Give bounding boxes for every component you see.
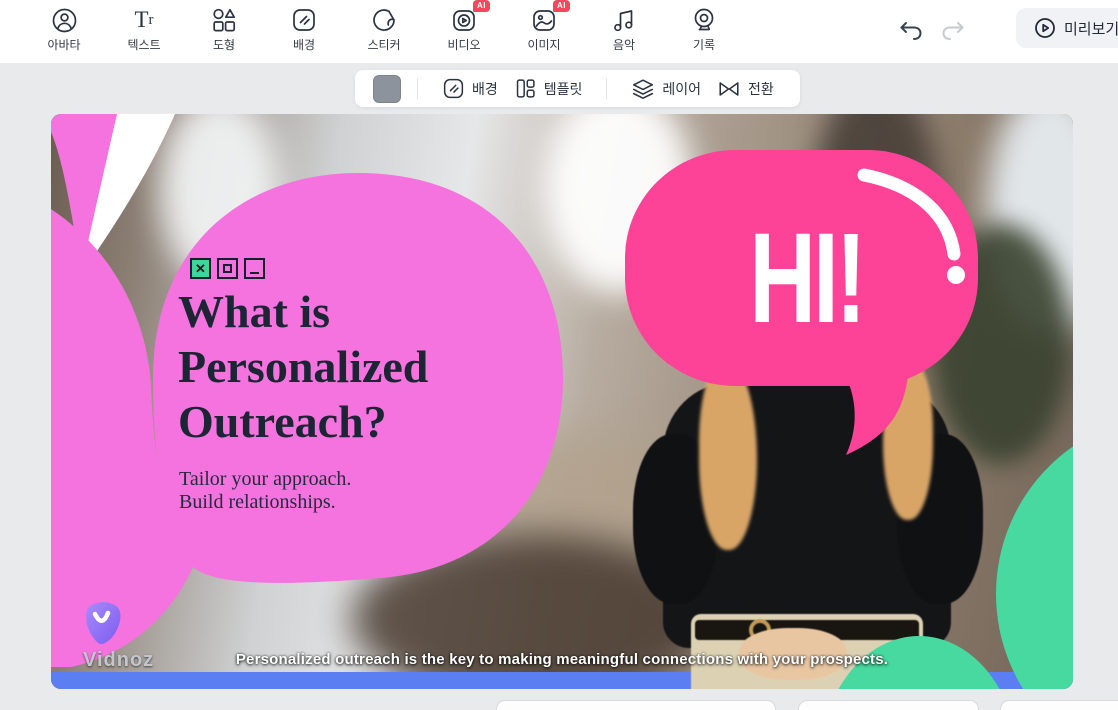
tool-label: 이미지 [527, 38, 561, 52]
minimize-square-icon [244, 258, 265, 279]
tool-label: 비디오 [447, 38, 481, 52]
template-menu-label: 템플릿 [543, 80, 583, 97]
template-menu-item[interactable]: 템플릿 [514, 77, 583, 100]
music-icon [610, 6, 638, 34]
preview-button[interactable]: 미리보기 [1016, 8, 1118, 48]
tool-label: 스티커 [367, 38, 401, 52]
tool-music[interactable]: 음악 [596, 6, 652, 58]
transition-menu-item[interactable]: 전환 [717, 77, 774, 101]
tool-sticker[interactable]: 스티커 [356, 6, 412, 58]
preview-label: 미리보기 [1064, 20, 1118, 38]
video-canvas[interactable]: ✕ What is Personalized Outreach? Tailor … [51, 114, 1073, 689]
title-line: What is [178, 286, 331, 337]
text-icon: Tr [134, 7, 154, 32]
tool-label: 도형 [212, 38, 236, 52]
tool-label: 텍스트 [127, 38, 161, 52]
layers-menu-label: 레이어 [662, 80, 702, 97]
template-icon [516, 79, 535, 98]
transition-menu-label: 전환 [748, 80, 774, 97]
title-line: Personalized [178, 341, 429, 392]
tool-label: 아바타 [47, 38, 81, 52]
undo-button[interactable] [898, 20, 924, 42]
tool-shapes[interactable]: 도형 [196, 6, 252, 58]
divider [606, 77, 608, 100]
tool-list: 아바타 Tr 텍스트 도형 배경 스티커 AI 비디오 AI 이미지 음악 기록 [36, 0, 732, 58]
tool-video[interactable]: AI 비디오 [436, 0, 492, 58]
shapes-icon [210, 6, 238, 34]
white-dot-shape [947, 266, 965, 284]
layers-icon [633, 78, 654, 99]
tool-label: 음악 [612, 38, 636, 52]
subtitle-line: Build relationships. [179, 491, 336, 513]
tool-label: 기록 [692, 38, 716, 52]
video-icon: AI [450, 0, 490, 34]
background-icon [290, 6, 318, 34]
color-swatch[interactable] [373, 74, 401, 103]
tool-avatar[interactable]: 아바타 [36, 6, 92, 58]
slide-subtitle[interactable]: Tailor your approach. Build relationship… [179, 468, 351, 514]
layers-menu-item[interactable]: 레이어 [631, 77, 701, 101]
tool-image[interactable]: AI 이미지 [516, 0, 572, 58]
background-menu-label: 배경 [472, 80, 498, 97]
tool-label: 배경 [292, 38, 316, 52]
context-toolbar: 배경 템플릿 레이어 전환 [355, 70, 800, 107]
divider [417, 77, 418, 100]
tool-background[interactable]: 배경 [276, 6, 332, 58]
tool-text[interactable]: Tr 텍스트 [116, 6, 172, 58]
top-toolbar: 아바타 Tr 텍스트 도형 배경 스티커 AI 비디오 AI 이미지 음악 기록… [0, 0, 1118, 63]
hi-bubble-text[interactable]: HI! [729, 214, 884, 344]
app-root: { "toolbar": { "items": [ { "label": "아바… [0, 0, 1118, 710]
caption-text[interactable]: Personalized outreach is the key to maki… [51, 651, 1073, 668]
tool-record[interactable]: 기록 [676, 6, 732, 58]
vidnoz-logo-icon [86, 602, 121, 645]
background-icon [443, 78, 464, 99]
image-icon: AI [530, 0, 570, 34]
green-circle-shape [996, 446, 1073, 689]
slide-title[interactable]: What is Personalized Outreach? [178, 284, 428, 449]
title-line: Outreach? [178, 396, 387, 447]
ai-badge: AI [473, 0, 490, 12]
redo-button[interactable] [940, 20, 966, 42]
background-menu-item[interactable]: 배경 [442, 77, 498, 100]
scene-card[interactable] [1000, 700, 1118, 710]
ai-badge: AI [553, 0, 570, 12]
scene-card[interactable] [496, 700, 776, 710]
subtitle-line: Tailor your approach. [179, 468, 352, 490]
sticker-icon [370, 6, 398, 34]
history-controls [898, 20, 966, 42]
avatar-icon [50, 6, 78, 34]
maximize-square-icon [217, 258, 238, 279]
scene-card[interactable] [798, 700, 979, 710]
window-control-icons: ✕ [190, 258, 265, 279]
close-square-icon: ✕ [190, 258, 211, 279]
transition-icon [719, 81, 739, 96]
record-icon [690, 6, 718, 34]
preview-play-icon [1034, 17, 1056, 39]
